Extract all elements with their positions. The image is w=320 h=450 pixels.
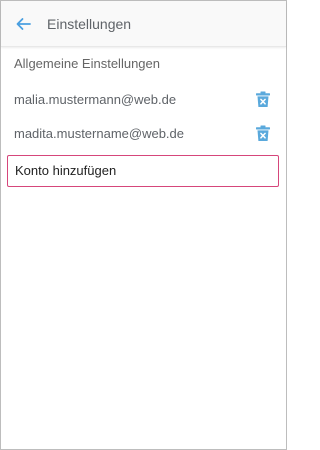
account-email: malia.mustermann@web.de — [14, 92, 177, 107]
page-title: Einstellungen — [47, 16, 132, 32]
add-account-button[interactable]: Konto hinzufügen — [7, 155, 279, 187]
delete-account-button[interactable] — [255, 91, 271, 108]
account-email: madita.mustername@web.de — [14, 126, 184, 141]
account-row[interactable]: madita.mustername@web.de — [1, 117, 286, 151]
back-button[interactable] — [12, 13, 34, 35]
add-account-label: Konto hinzufügen — [15, 163, 117, 178]
trash-icon — [256, 91, 270, 107]
trash-icon — [256, 125, 270, 141]
settings-screen: Einstellungen Allgemeine Einstellungen m… — [0, 0, 287, 450]
account-row[interactable]: malia.mustermann@web.de — [1, 83, 286, 117]
section-heading-general: Allgemeine Einstellungen — [14, 56, 160, 71]
delete-account-button[interactable] — [255, 125, 271, 142]
app-bar: Einstellungen — [1, 1, 286, 47]
arrow-left-icon — [16, 18, 31, 30]
